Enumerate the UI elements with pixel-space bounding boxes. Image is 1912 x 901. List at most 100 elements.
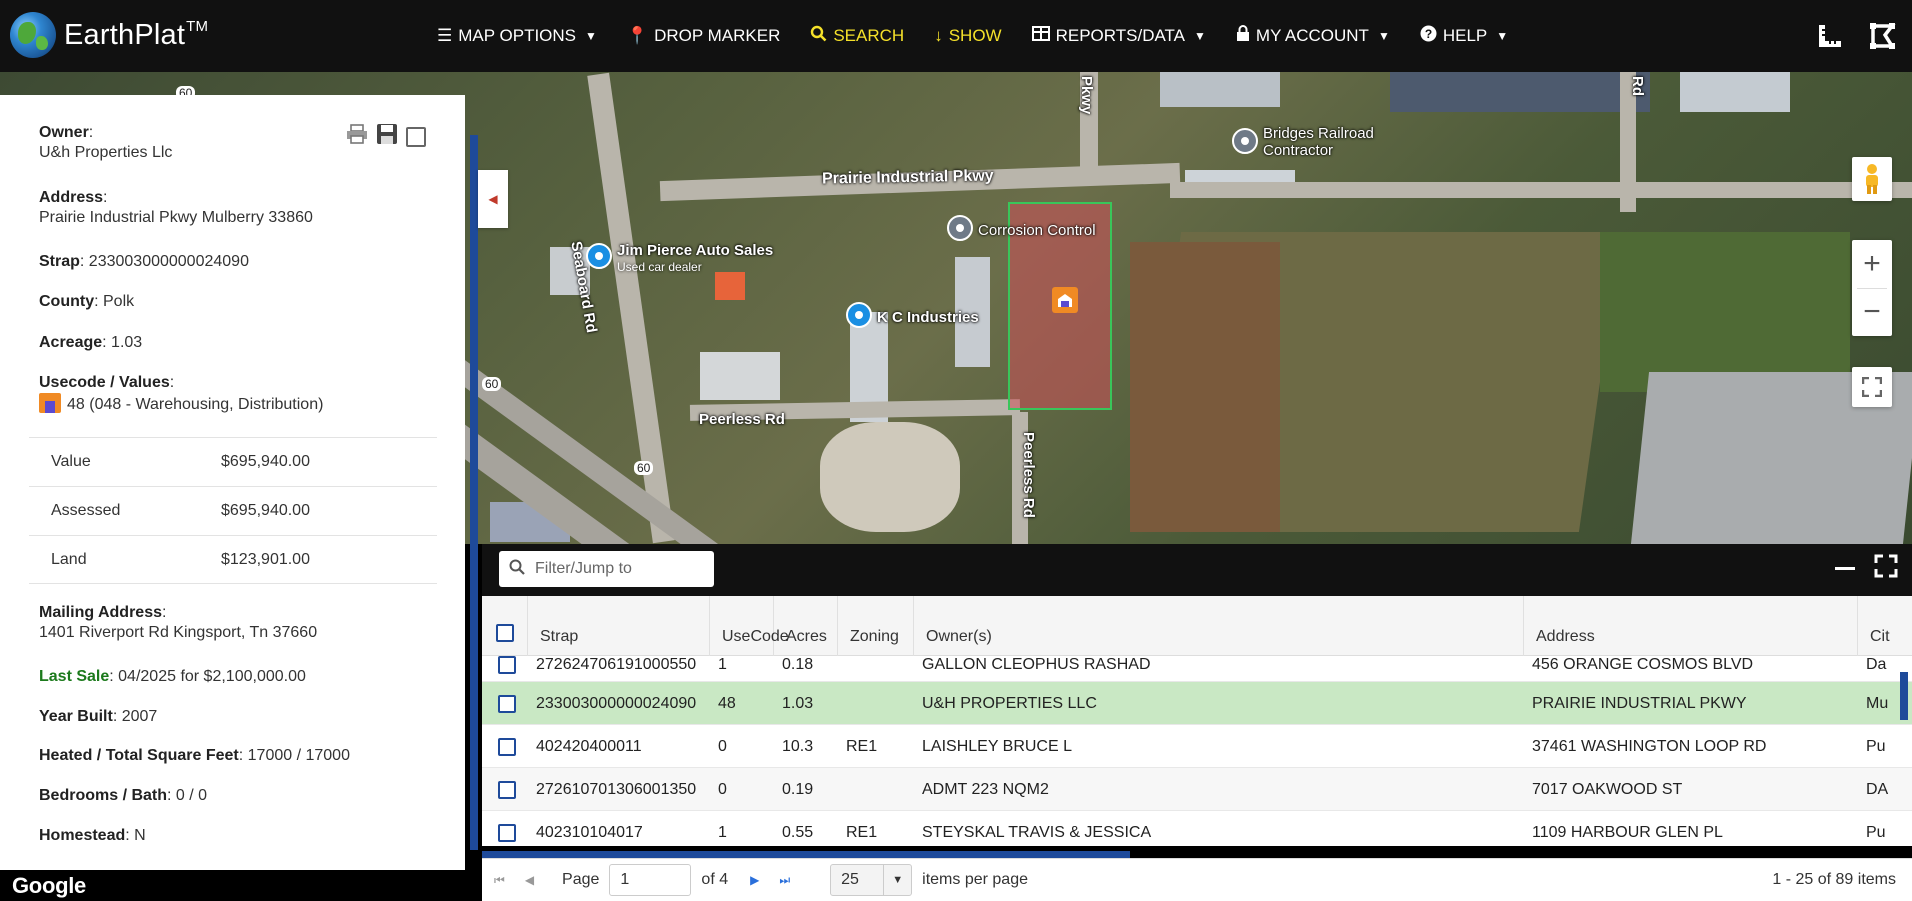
help-circle-icon: ? [1420, 25, 1437, 47]
county-value: Polk [103, 293, 135, 310]
svg-text:?: ? [1425, 27, 1432, 41]
prev-page-icon[interactable]: ◀ [525, 873, 534, 887]
poi-lock-icon[interactable] [586, 243, 612, 269]
nav-reports-label: REPORTS/DATA [1055, 26, 1186, 45]
road-label-peerless-h: Peerless Rd [699, 411, 785, 428]
col-zoning[interactable]: Zoning [838, 596, 914, 656]
nav-reports[interactable]: REPORTS/DATA ▼ [1031, 26, 1206, 46]
sqft-field: Heated / Total Square Feet: 17000 / 1700… [39, 747, 350, 764]
row-checkbox[interactable] [498, 694, 516, 713]
road [1170, 182, 1912, 198]
map-fullscreen-icon[interactable] [1852, 367, 1892, 407]
page-size-select[interactable]: 25 ▼ [830, 864, 913, 896]
cell-zoning [838, 682, 914, 725]
address-value: Prairie Industrial Pkwy Mulberry 33860 [39, 209, 313, 226]
mailing-field: Mailing Address: 1401 Riverport Rd Kingsp… [39, 604, 318, 641]
grid-horizontal-scrollbar[interactable] [482, 851, 1130, 858]
save-icon[interactable] [376, 123, 398, 150]
collapse-panel-tab[interactable]: ◀ [478, 170, 508, 228]
col-city[interactable]: Cit [1858, 596, 1912, 656]
road-label-rd: Rd [1629, 76, 1646, 96]
per-page-label: items per page [922, 871, 1028, 888]
col-strap[interactable]: Strap [528, 596, 710, 656]
col-usecode[interactable]: UseCode [710, 596, 789, 656]
strap-value: 233003000000024090 [88, 253, 249, 270]
table-row[interactable]: 272610701306001350 0 0.19 ADMT 223 NQM2 … [482, 768, 1912, 811]
last-sale-field: Last Sale: 04/2025 for $2,100,000.00 [39, 668, 306, 685]
next-page-icon[interactable]: ▶ [750, 873, 759, 887]
homestead-field: Homestead: N [39, 827, 146, 844]
cell-address: PRAIRIE INDUSTRIAL PKWY [1532, 694, 1747, 712]
page-input[interactable]: 1 [609, 864, 692, 896]
app-logo[interactable]: EarthPlatTM [10, 12, 208, 58]
draw-polygon-icon[interactable] [1866, 20, 1898, 52]
highway-shield-60: 60 [482, 377, 502, 391]
table-row[interactable]: 272624706191000550 1 0.18 GALLON CLEOPHU… [482, 648, 1912, 682]
county-label: County [39, 293, 95, 310]
nav-my-account[interactable]: MY ACCOUNT ▼ [1236, 25, 1390, 47]
poi-lock-icon[interactable] [846, 302, 872, 328]
poi-pin-icon[interactable] [1232, 128, 1258, 154]
lock-icon [1236, 25, 1250, 47]
poi-corrosion-control[interactable]: Corrosion Control [978, 222, 1096, 239]
poi-bridges-railroad[interactable]: Bridges Railroad [1263, 125, 1374, 142]
zoom-out-button[interactable]: − [1852, 288, 1892, 336]
col-address[interactable]: Address [1524, 596, 1858, 656]
value-row-label: Value [51, 453, 91, 470]
select-all-checkbox[interactable] [496, 624, 514, 642]
arrow-down-icon: ↓ [934, 26, 943, 45]
county-field: County: Polk [39, 293, 135, 310]
value-row-amount: $695,940.00 [221, 453, 310, 470]
row-checkbox[interactable] [498, 823, 516, 842]
field-area [1130, 242, 1280, 532]
nav-help[interactable]: ? HELP ▼ [1420, 25, 1508, 47]
highway-shield-60: 60 [634, 461, 654, 475]
select-parcel-checkbox[interactable] [406, 126, 426, 147]
cell-usecode: 0 [718, 780, 727, 798]
measure-ruler-icon[interactable] [1814, 20, 1846, 52]
col-acres[interactable]: Acres [774, 596, 838, 656]
row-checkbox[interactable] [498, 780, 516, 799]
cell-acres: 0.19 [782, 780, 814, 798]
nav-map-options[interactable]: ☰ MAP OPTIONS ▼ [437, 26, 597, 46]
nav-drop-marker[interactable]: 📍 DROP MARKER [627, 26, 780, 46]
warehouse-marker-icon[interactable] [1052, 287, 1078, 313]
cell-usecode: 48 [718, 694, 736, 712]
cell-owner: U&H PROPERTIES LLC [922, 694, 1097, 712]
street-view-pegman-icon[interactable] [1852, 157, 1892, 201]
info-panel-scrollbar[interactable] [470, 135, 478, 850]
grid-vertical-scrollbar[interactable] [1900, 672, 1908, 720]
row-checkbox[interactable] [498, 656, 516, 674]
last-page-icon[interactable]: ⏭ [779, 873, 790, 888]
table-row[interactable]: 402310104017 1 0.55 RE1 STEYSKAL TRAVIS … [482, 811, 1912, 846]
col-owners[interactable]: Owner(s) [914, 596, 1524, 656]
minimize-grid-icon[interactable] [1834, 554, 1856, 582]
zoom-in-button[interactable]: + [1852, 240, 1892, 288]
building-roof [1160, 72, 1280, 107]
cell-city: Pu [1866, 737, 1886, 755]
poi-pin-icon[interactable] [947, 215, 973, 241]
filter-input[interactable] [535, 560, 705, 578]
page-input-value: 1 [620, 871, 630, 888]
cell-acres: 10.3 [782, 737, 814, 755]
cell-city: Pu [1866, 823, 1886, 841]
owner-label: Owner [39, 124, 89, 141]
parcel-info-panel: Owner: U&h Properties Llc Address: Prairie… [0, 95, 465, 870]
table-row[interactable]: 402420400011 0 10.3 RE1 LAISHLEY BRUCE L… [482, 725, 1912, 768]
chevron-down-icon: ▼ [1377, 29, 1390, 43]
select-all-cell [482, 596, 528, 656]
top-bar: EarthPlatTM ☰ MAP OPTIONS ▼ 📍 DROP MARKE… [0, 0, 1912, 72]
sqft-label: Heated / Total Square Feet [39, 747, 239, 764]
poi-kc-industries[interactable]: K C Industries [877, 309, 979, 326]
nav-search[interactable]: SEARCH [810, 25, 904, 47]
print-icon[interactable] [346, 124, 368, 149]
fullscreen-grid-icon[interactable] [1874, 554, 1898, 584]
poi-jim-pierce[interactable]: Jim Pierce Auto Sales [617, 242, 773, 259]
row-checkbox[interactable] [498, 737, 516, 756]
last-sale-label: Last Sale [39, 668, 110, 685]
first-page-icon[interactable]: ⏮ [494, 873, 505, 888]
table-icon [1031, 26, 1050, 46]
nav-show[interactable]: ↓ SHOW [934, 26, 1001, 46]
table-row[interactable]: 233003000000024090 48 1.03 U&H PROPERTIE… [482, 682, 1912, 725]
acreage-field: Acreage: 1.03 [39, 334, 143, 351]
